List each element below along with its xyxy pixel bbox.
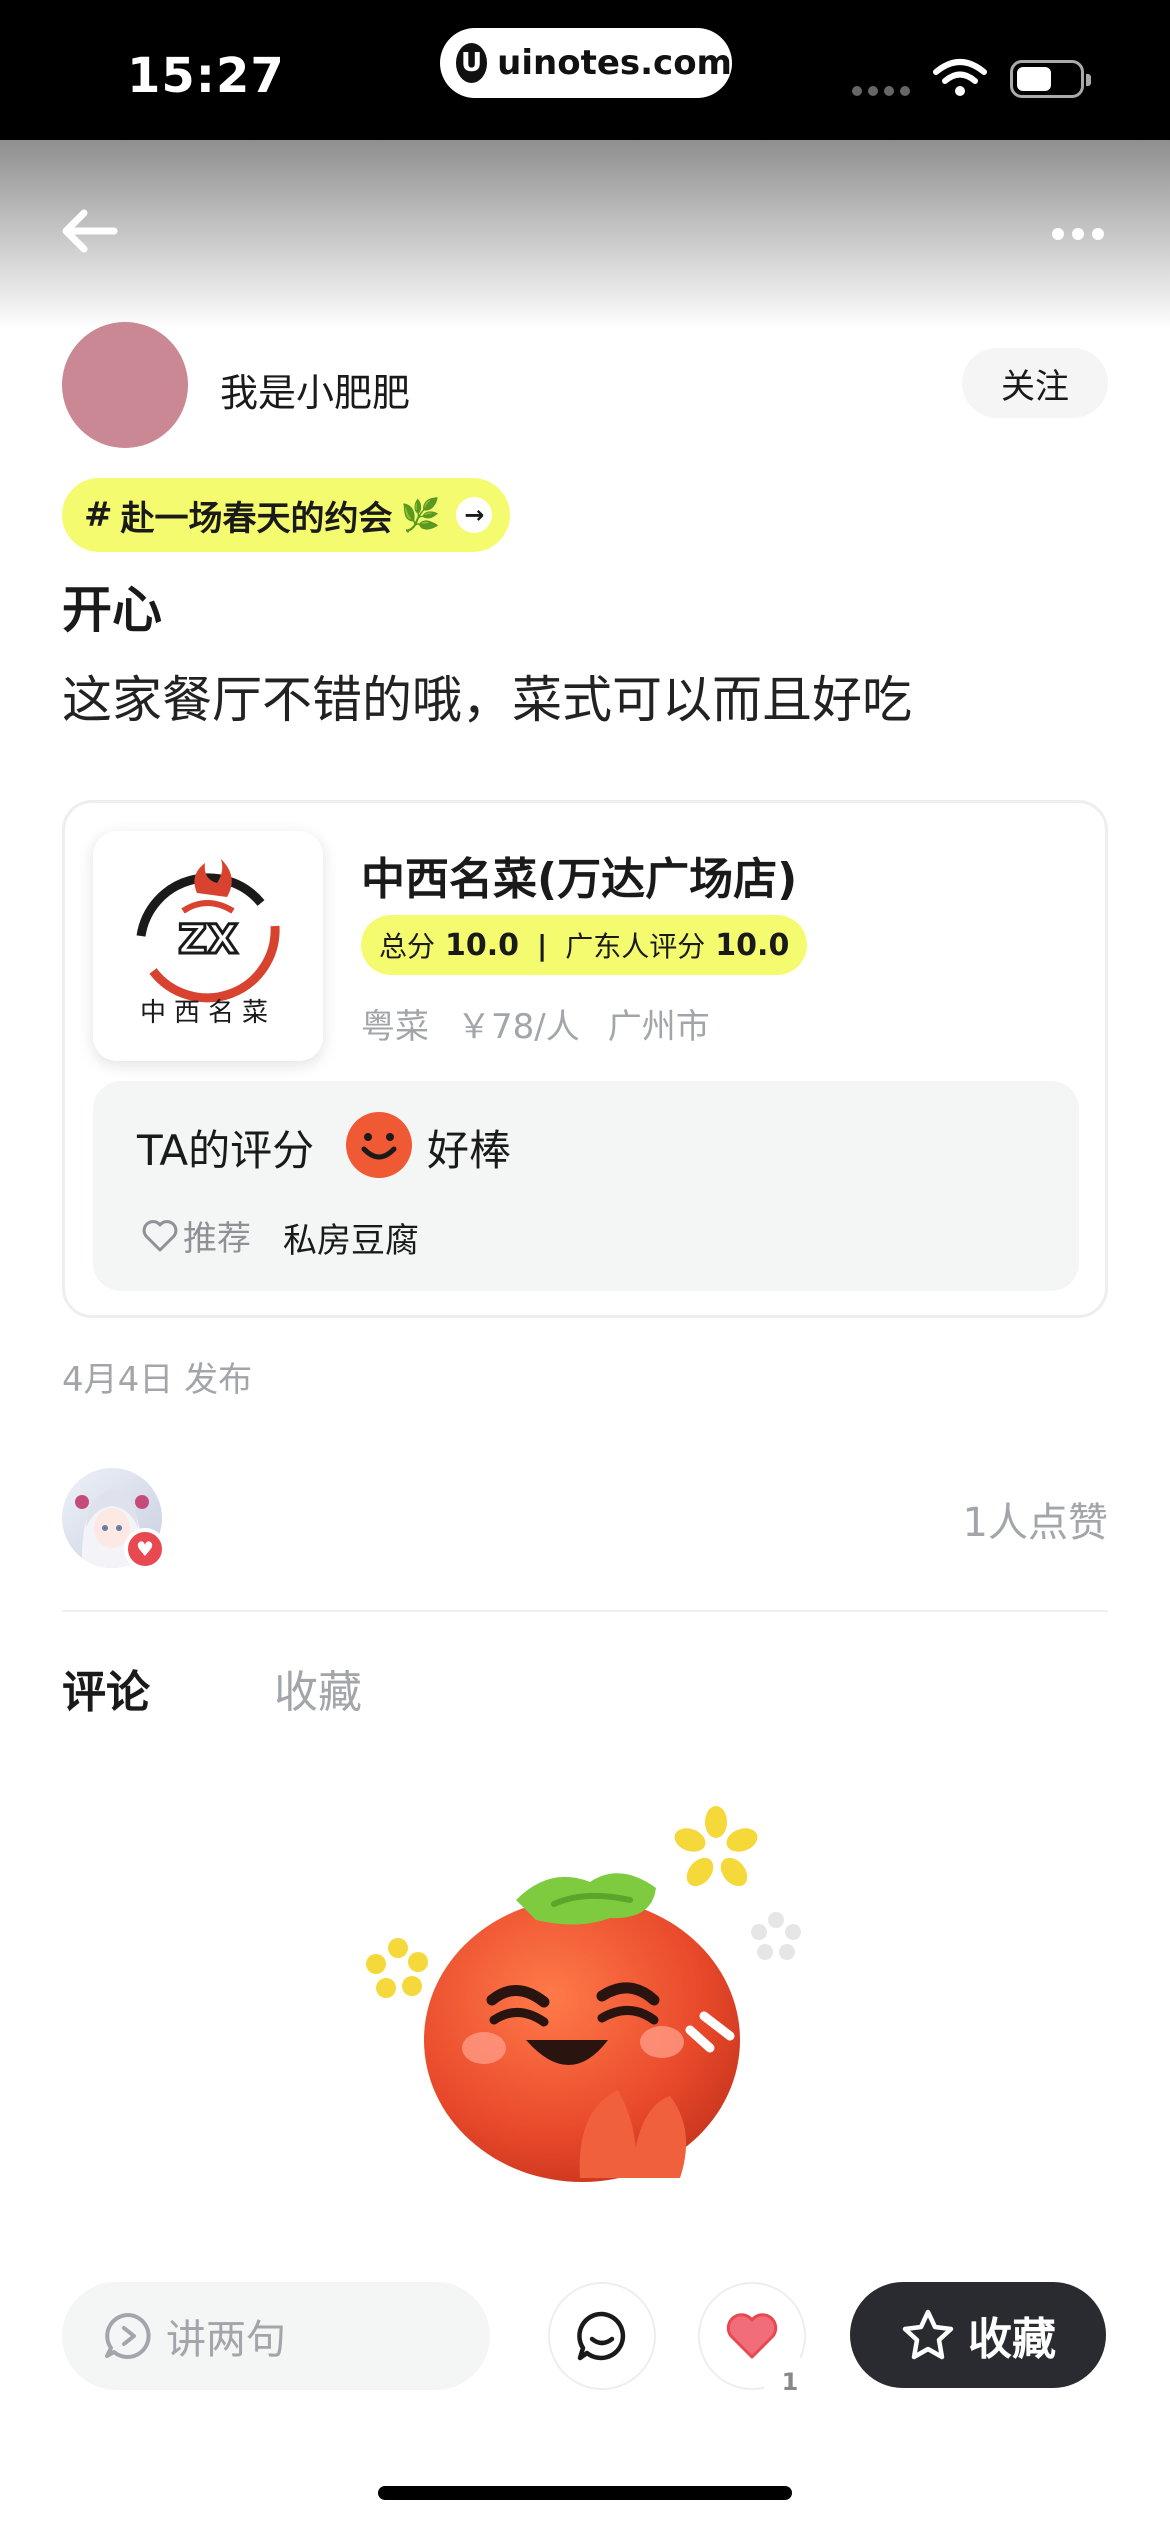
- logo-letters: ZX: [178, 917, 238, 963]
- restaurant-name: 中西名菜(万达广场店): [361, 854, 798, 905]
- cellular-signal-icon: [852, 86, 910, 96]
- status-time: 15:27: [127, 48, 285, 104]
- arrow-left-icon[interactable]: [58, 206, 120, 256]
- tab-comments[interactable]: 评论: [62, 1656, 150, 1720]
- chat-button[interactable]: [548, 2282, 656, 2390]
- more-horizontal-icon[interactable]: [1052, 228, 1104, 240]
- comment-input[interactable]: 讲两句: [62, 2282, 490, 2390]
- logo-subtext: 中西名菜: [140, 998, 276, 1028]
- status-bar: 15:27 U uinotes.com: [0, 0, 1170, 140]
- tomato-mascot-illustration: [366, 1806, 801, 2182]
- rating-separator: |: [537, 928, 548, 962]
- smile-face-icon: [346, 1112, 412, 1178]
- likes-count[interactable]: 1人点赞: [963, 1490, 1108, 1548]
- total-score-label: 总分: [379, 930, 436, 963]
- restaurant-cuisine: 粤菜: [361, 1007, 429, 1047]
- post-body: 这家餐厅不错的哦，菜式可以而且好吃: [62, 671, 912, 729]
- hash-icon: #: [84, 495, 113, 535]
- local-score-label: 广东人评分: [565, 930, 706, 963]
- topic-tag[interactable]: # 赴一场春天的约会 🌿 →: [62, 478, 511, 552]
- url-text: uinotes.com: [497, 43, 732, 83]
- wifi-icon: [933, 59, 987, 96]
- site-logo-icon: U: [456, 43, 488, 83]
- review-label: TA的评分: [137, 1126, 315, 1175]
- author-username[interactable]: 我是小肥肥: [220, 362, 410, 417]
- post-title: 开心: [62, 581, 162, 639]
- restaurant-logo-mark: ZX 中西名菜: [136, 859, 280, 1028]
- topic-label: 赴一场春天的约会: [120, 498, 393, 539]
- recommend-label: 推荐: [183, 1219, 251, 1259]
- heart-badge-icon: ♥: [124, 1528, 166, 1570]
- leaf-icon: 🌿: [400, 496, 441, 534]
- divider: [62, 1610, 1108, 1612]
- url-pill[interactable]: U uinotes.com: [440, 28, 732, 98]
- comment-placeholder: 讲两句: [166, 2317, 286, 2363]
- comment-bubble-icon: [105, 2313, 151, 2359]
- star-icon: [902, 2309, 954, 2360]
- favorite-button[interactable]: 收藏: [850, 2282, 1106, 2388]
- restaurant-card[interactable]: ZX 中西名菜 中西名菜(万达广场店) 总分 10.0 | 广东人评分 10.0…: [62, 800, 1108, 1318]
- favorite-label: 收藏: [968, 2314, 1056, 2365]
- restaurant-meta: 粤菜 ￥78/人 广州市: [361, 999, 710, 1048]
- restaurant-price: ￥78/人: [457, 1007, 580, 1047]
- restaurant-logo: ZX 中西名菜: [93, 831, 323, 1061]
- restaurant-city: 广州市: [607, 1007, 710, 1047]
- author-avatar[interactable]: [62, 322, 188, 448]
- heart-outline-icon: [142, 1219, 178, 1251]
- user-review-box: TA的评分 好棒 推荐 私房豆腐: [93, 1081, 1079, 1291]
- local-score-value: 10.0: [715, 927, 790, 963]
- total-score-value: 10.0: [445, 927, 520, 963]
- follow-button[interactable]: 关注: [962, 348, 1108, 418]
- recommended-dish: 私房豆腐: [283, 1221, 419, 1261]
- battery-icon: [1010, 60, 1091, 98]
- tab-favorites[interactable]: 收藏: [274, 1656, 362, 1720]
- rating-pill: 总分 10.0 | 广东人评分 10.0: [361, 915, 808, 975]
- nav-bar: [0, 140, 1170, 330]
- review-rating-word: 好棒: [427, 1126, 512, 1175]
- recommend-tag: 推荐: [141, 1211, 251, 1260]
- arrow-right-icon: →: [456, 497, 493, 533]
- like-count-badge: 1: [764, 2356, 816, 2408]
- chat-bubble-icon: [577, 2311, 626, 2361]
- publish-date: 4月4日 发布: [62, 1360, 253, 1400]
- home-indicator[interactable]: [378, 2486, 792, 2500]
- heart-icon: [726, 2313, 778, 2359]
